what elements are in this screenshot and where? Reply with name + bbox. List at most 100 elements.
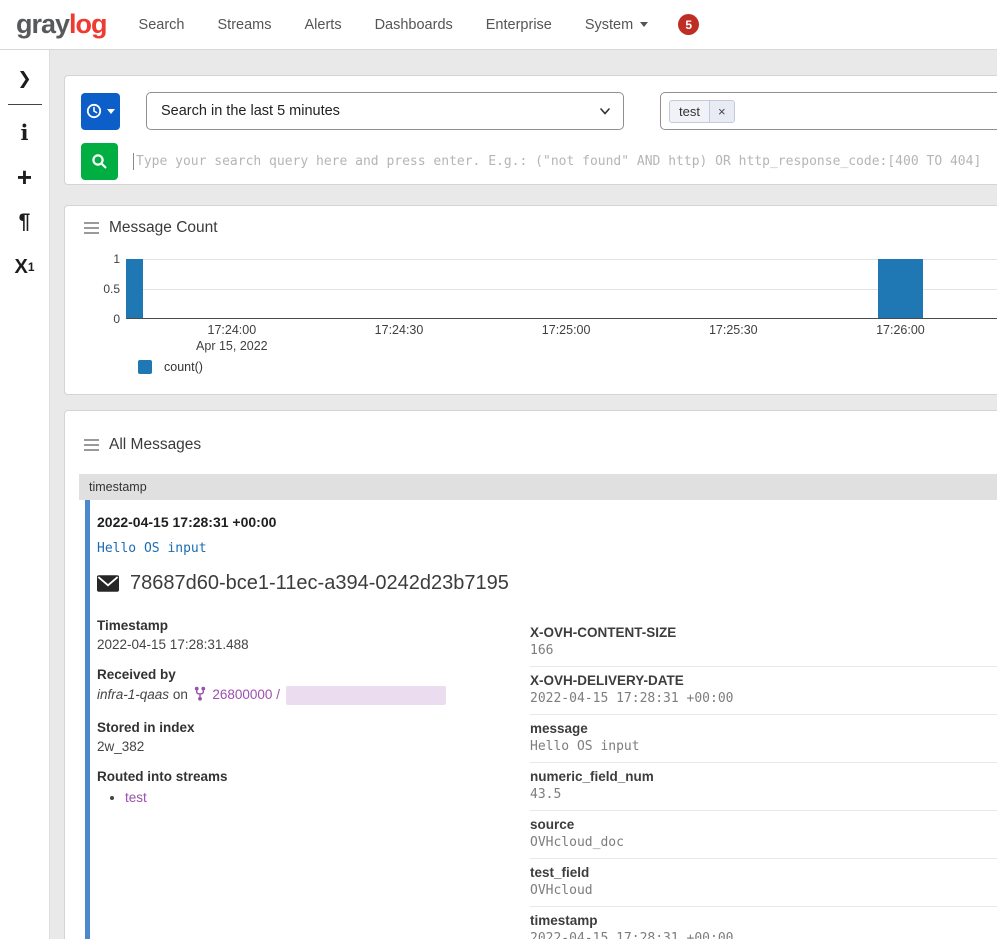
top-navbar: graylog Search Streams Alerts Dashboards… bbox=[0, 0, 997, 50]
gridline bbox=[126, 289, 997, 290]
nav-item-system-label: System bbox=[585, 17, 633, 33]
y-axis-tick: 0 bbox=[65, 312, 120, 326]
field-row: source OVHcloud_doc bbox=[530, 811, 997, 859]
stream-chip-label: test bbox=[670, 101, 709, 122]
field-value: OVHcloud bbox=[530, 883, 997, 898]
field-value: 2022-04-15 17:28:31 +00:00 bbox=[530, 691, 997, 706]
query-input-wrap bbox=[133, 153, 997, 170]
time-range-select[interactable]: Search in the last 5 minutes bbox=[146, 92, 624, 130]
field-row: numeric_field_num 43.5 bbox=[530, 763, 997, 811]
meta-stored-label: Stored in index bbox=[97, 720, 530, 735]
nav-item-enterprise[interactable]: Enterprise bbox=[486, 17, 552, 33]
chart-plot bbox=[126, 259, 997, 319]
field-value: 166 bbox=[530, 643, 997, 658]
time-range-dropdown-button[interactable] bbox=[81, 93, 120, 130]
message-row: 2022-04-15 17:28:31 +00:00 Hello OS inpu… bbox=[85, 500, 997, 939]
fields-icon[interactable]: X1 bbox=[8, 250, 42, 284]
field-name[interactable]: numeric_field_num bbox=[530, 769, 997, 784]
table-header-timestamp[interactable]: timestamp bbox=[79, 474, 997, 500]
all-messages-widget: All Messages timestamp 2022-04-15 17:28:… bbox=[64, 410, 997, 939]
field-name[interactable]: message bbox=[530, 721, 997, 736]
x-axis-tick: 17:26:00 bbox=[876, 323, 925, 337]
redacted-input-name bbox=[286, 686, 446, 705]
nav-item-search-label: Search bbox=[139, 17, 185, 33]
stream-list-item: test bbox=[125, 790, 530, 805]
search-icon bbox=[91, 153, 108, 170]
field-name[interactable]: X-OVH-DELIVERY-DATE bbox=[530, 673, 997, 688]
meta-timestamp-label: Timestamp bbox=[97, 618, 530, 633]
field-value: Hello OS input bbox=[530, 739, 997, 754]
gridline bbox=[126, 259, 997, 260]
meta-routed-value: test bbox=[97, 790, 530, 805]
nav-item-alerts[interactable]: Alerts bbox=[305, 17, 342, 33]
field-value: OVHcloud_doc bbox=[530, 835, 997, 850]
fields-icon-x: X bbox=[14, 256, 27, 279]
chart-legend: count() bbox=[138, 360, 203, 374]
chart-bar[interactable] bbox=[126, 259, 143, 318]
field-name[interactable]: X-OVH-CONTENT-SIZE bbox=[530, 625, 997, 640]
search-controls-panel: Search in the last 5 minutes test × bbox=[64, 75, 997, 185]
field-row: test_field OVHcloud bbox=[530, 859, 997, 907]
y-axis-tick: 1 bbox=[65, 252, 120, 266]
message-meta-column: Timestamp 2022-04-15 17:28:31.488 Receiv… bbox=[97, 618, 530, 939]
widget-title: All Messages bbox=[109, 436, 201, 454]
received-on-word: on bbox=[173, 687, 188, 702]
input-id-link[interactable]: 26800000 bbox=[212, 687, 272, 702]
message-id: 78687d60-bce1-11ec-a394-0242d23b7195 bbox=[130, 572, 509, 595]
streams-list: test bbox=[125, 790, 530, 805]
field-value: 43.5 bbox=[530, 787, 997, 802]
message-id-heading: 78687d60-bce1-11ec-a394-0242d23b7195 bbox=[97, 572, 997, 595]
sidebar-divider bbox=[8, 104, 42, 105]
x-axis-tick: 17:25:00 bbox=[542, 323, 591, 337]
message-count-chart: 1 0.5 0 17:24:00 Apr 15, 2022 17:24:30 17:2… bbox=[65, 246, 997, 386]
y-axis-tick: 0.5 bbox=[65, 282, 120, 296]
expand-sidebar-icon[interactable]: ❯ bbox=[8, 62, 42, 96]
info-icon[interactable]: i bbox=[8, 115, 42, 149]
notification-count-badge[interactable]: 5 bbox=[678, 14, 699, 35]
chart-bar[interactable] bbox=[878, 259, 923, 318]
nav-item-enterprise-label: Enterprise bbox=[486, 17, 552, 33]
stream-link-test[interactable]: test bbox=[125, 790, 147, 805]
widget-title: Message Count bbox=[109, 219, 218, 237]
widget-drag-handle-icon[interactable] bbox=[84, 222, 99, 234]
nav-item-streams[interactable]: Streams bbox=[218, 17, 272, 33]
text-cursor bbox=[133, 153, 134, 170]
search-submit-button[interactable] bbox=[81, 143, 118, 180]
code-fork-icon bbox=[194, 686, 206, 701]
message-fields-column: X-OVH-CONTENT-SIZE 166 X-OVH-DELIVERY-DA… bbox=[530, 619, 997, 939]
formatting-icon[interactable]: ¶ bbox=[8, 205, 42, 239]
add-widget-icon[interactable]: + bbox=[8, 160, 42, 194]
widget-drag-handle-icon[interactable] bbox=[84, 439, 99, 451]
fields-icon-sub: 1 bbox=[28, 260, 35, 274]
field-name[interactable]: test_field bbox=[530, 865, 997, 880]
nav-item-system[interactable]: System bbox=[585, 17, 648, 33]
field-name[interactable]: timestamp bbox=[530, 913, 997, 928]
field-row: X-OVH-CONTENT-SIZE 166 bbox=[530, 619, 997, 667]
search-query-input[interactable] bbox=[136, 154, 997, 169]
field-row: message Hello OS input bbox=[530, 715, 997, 763]
nav-menu: Search Streams Alerts Dashboards Enterpr… bbox=[139, 17, 649, 33]
left-sidebar: ❯ i + ¶ X1 bbox=[0, 50, 50, 939]
chevron-down-icon bbox=[640, 22, 648, 27]
meta-timestamp-value: 2022-04-15 17:28:31.488 bbox=[97, 637, 530, 652]
remove-stream-chip-button[interactable]: × bbox=[709, 101, 734, 122]
message-details: Timestamp 2022-04-15 17:28:31.488 Receiv… bbox=[97, 618, 997, 939]
nav-item-dashboards[interactable]: Dashboards bbox=[375, 17, 453, 33]
meta-received-by-label: Received by bbox=[97, 667, 530, 682]
meta-received-by-value: infra-1-qaas on 26800000 / bbox=[97, 686, 530, 705]
clock-icon bbox=[86, 103, 102, 119]
field-name[interactable]: source bbox=[530, 817, 997, 832]
x-axis-tick: 17:24:30 bbox=[375, 323, 424, 337]
field-value: 2022-04-15 17:28:31 +00:00 bbox=[530, 931, 997, 939]
x-axis-date-label: Apr 15, 2022 bbox=[196, 339, 268, 353]
x-axis-tick: 17:24:00 bbox=[208, 323, 257, 337]
message-timestamp[interactable]: 2022-04-15 17:28:31 +00:00 bbox=[97, 514, 997, 530]
logo-text-log: log bbox=[69, 9, 107, 39]
graylog-logo[interactable]: graylog bbox=[16, 9, 107, 40]
legend-label: count() bbox=[164, 360, 203, 374]
time-range-select-wrap: Search in the last 5 minutes bbox=[120, 92, 624, 130]
field-row: X-OVH-DELIVERY-DATE 2022-04-15 17:28:31 … bbox=[530, 667, 997, 715]
nav-item-search[interactable]: Search bbox=[139, 17, 185, 33]
chevron-down-icon bbox=[107, 109, 115, 114]
stream-filter-input[interactable]: test × bbox=[660, 92, 997, 130]
